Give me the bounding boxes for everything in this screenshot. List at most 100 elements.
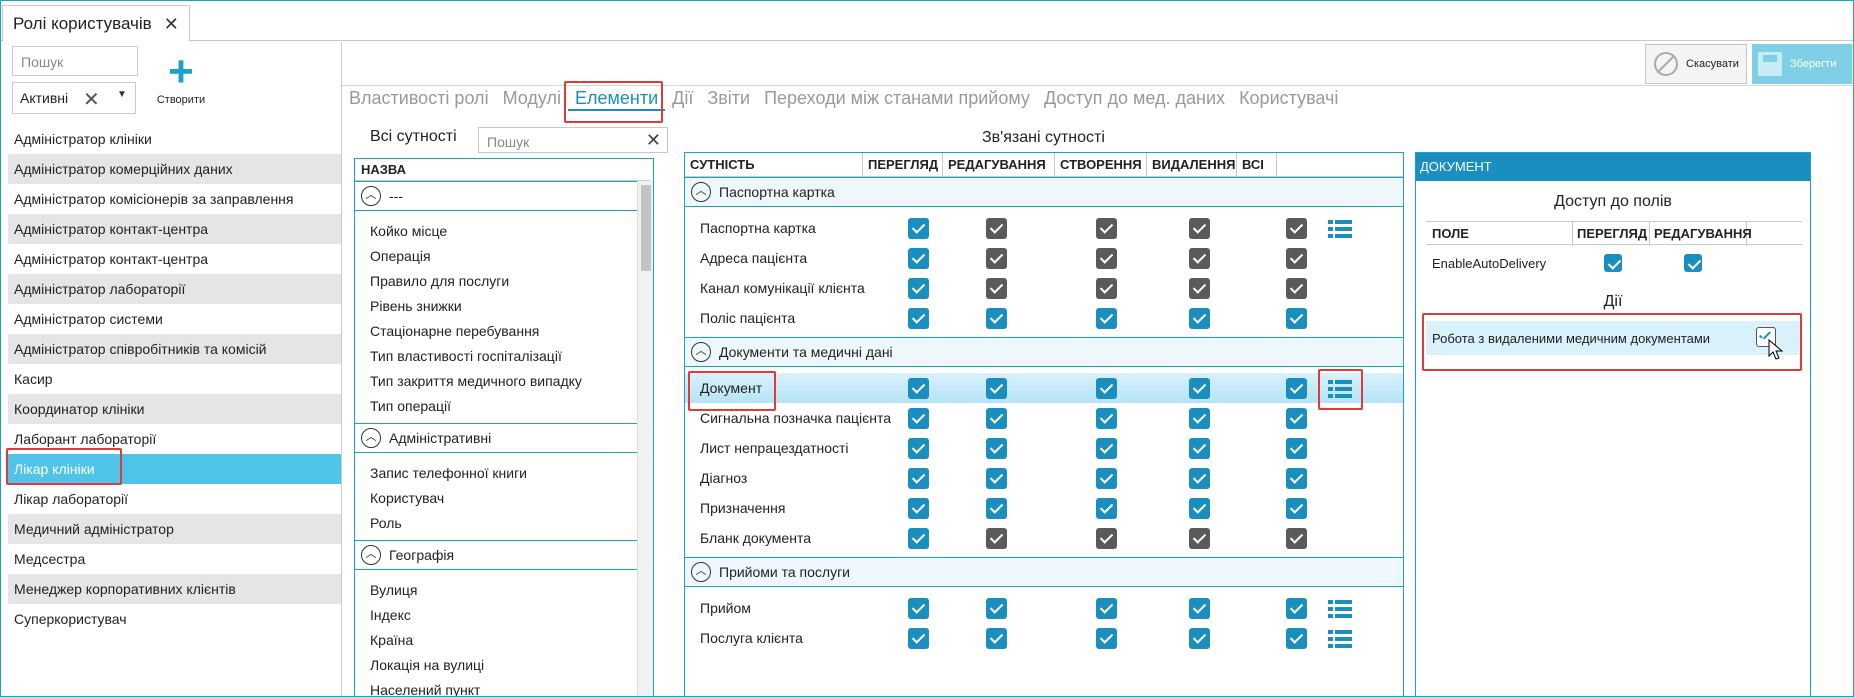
entities-scrollbar[interactable] xyxy=(637,181,653,696)
entity-item[interactable]: Операція xyxy=(355,244,653,269)
related-row[interactable]: Канал комунікації клієнта xyxy=(685,273,1403,303)
chevron-up-icon[interactable]: ︿ xyxy=(361,545,381,565)
clear-icon[interactable]: ✕ xyxy=(83,87,100,112)
permission-checkbox[interactable] xyxy=(986,408,1007,429)
permission-checkbox[interactable] xyxy=(1286,378,1307,399)
related-row[interactable]: Паспортна картка xyxy=(685,213,1403,243)
permission-checkbox[interactable] xyxy=(908,378,929,399)
entity-item[interactable]: Роль xyxy=(355,511,653,536)
permission-checkbox[interactable] xyxy=(1286,308,1307,329)
subtab-6[interactable]: Доступ до мед. даних xyxy=(1037,88,1232,111)
role-item[interactable]: Адміністратор контакт-центра xyxy=(8,214,342,244)
chevron-up-icon[interactable]: ︿ xyxy=(361,428,381,448)
permission-checkbox[interactable] xyxy=(1189,528,1210,549)
entity-item[interactable]: Індекс xyxy=(355,603,653,628)
permission-checkbox[interactable] xyxy=(1096,528,1117,549)
permission-checkbox[interactable] xyxy=(1286,218,1307,239)
permission-checkbox[interactable] xyxy=(986,218,1007,239)
role-item[interactable]: Касир xyxy=(8,364,342,394)
permission-checkbox[interactable] xyxy=(908,438,929,459)
related-group[interactable]: ︿ Паспортна картка xyxy=(685,177,1403,207)
role-item[interactable]: Адміністратор лабораторії xyxy=(8,274,342,304)
list-icon[interactable] xyxy=(1328,600,1352,618)
role-item[interactable]: Адміністратор комерційних даних xyxy=(8,154,342,184)
permission-checkbox[interactable] xyxy=(1189,468,1210,489)
role-item[interactable]: Адміністратор контакт-центра xyxy=(8,244,342,274)
permission-checkbox[interactable] xyxy=(908,278,929,299)
save-button[interactable]: Зберегти xyxy=(1752,44,1852,84)
chevron-down-icon[interactable]: ▼ xyxy=(117,89,127,100)
permission-checkbox[interactable] xyxy=(986,278,1007,299)
permission-checkbox[interactable] xyxy=(986,438,1007,459)
status-filter-select[interactable]: Активні ✕ ▼ xyxy=(12,82,136,114)
permission-checkbox[interactable] xyxy=(908,218,929,239)
permission-checkbox[interactable] xyxy=(1189,378,1210,399)
close-icon[interactable]: ✕ xyxy=(164,15,179,33)
scrollbar-thumb[interactable] xyxy=(641,185,651,271)
entity-item[interactable]: Правило для послуги xyxy=(355,269,653,294)
chevron-up-icon[interactable]: ︿ xyxy=(691,342,711,362)
related-row[interactable]: Поліс пацієнта xyxy=(685,303,1403,333)
permission-checkbox[interactable] xyxy=(1189,628,1210,649)
permission-checkbox[interactable] xyxy=(1096,248,1117,269)
entity-item[interactable]: Койко місце xyxy=(355,219,653,244)
entity-group[interactable]: ︿ Адміністративні xyxy=(355,423,653,453)
related-row[interactable]: Прийом xyxy=(685,593,1403,623)
permission-checkbox[interactable] xyxy=(1096,498,1117,519)
role-search-input[interactable]: Пошук xyxy=(12,46,138,76)
chevron-up-icon[interactable]: ︿ xyxy=(691,182,711,202)
entity-item[interactable]: Тип закриття медичного випадку xyxy=(355,369,653,394)
cancel-button[interactable]: Скасувати xyxy=(1645,44,1747,84)
related-row[interactable]: Документ xyxy=(685,373,1403,403)
role-item[interactable]: Адміністратор співробітників та комісій xyxy=(8,334,342,364)
permission-checkbox[interactable] xyxy=(1286,498,1307,519)
entity-item[interactable]: Рівень знижки xyxy=(355,294,653,319)
permission-checkbox[interactable] xyxy=(1286,248,1307,269)
subtab-0[interactable]: Властивості ролі xyxy=(342,88,496,111)
permission-checkbox[interactable] xyxy=(908,408,929,429)
subtab-3[interactable]: Дії xyxy=(665,88,700,111)
entity-item[interactable]: Тип властивості госпіталізації xyxy=(355,344,653,369)
related-group[interactable]: ︿ Прийоми та послуги xyxy=(685,557,1403,587)
permission-checkbox[interactable] xyxy=(986,498,1007,519)
permission-checkbox[interactable] xyxy=(1286,408,1307,429)
permission-checkbox[interactable] xyxy=(1286,628,1307,649)
permission-checkbox[interactable] xyxy=(1189,438,1210,459)
subtab-7[interactable]: Користувачі xyxy=(1232,88,1345,111)
subtab-5[interactable]: Переходи між станами прийому xyxy=(757,88,1037,111)
permission-checkbox[interactable] xyxy=(986,378,1007,399)
tab-user-roles[interactable]: Ролі користувачів ✕ xyxy=(2,5,190,42)
permission-checkbox[interactable] xyxy=(908,528,929,549)
list-icon[interactable] xyxy=(1328,630,1352,648)
role-item[interactable]: Медсестра xyxy=(8,544,342,574)
related-row[interactable]: Діагноз xyxy=(685,463,1403,493)
related-row[interactable]: Лист непрацездатності xyxy=(685,433,1403,463)
permission-checkbox[interactable] xyxy=(986,308,1007,329)
subtab-4[interactable]: Звіти xyxy=(700,88,757,111)
subtab-1[interactable]: Модулі xyxy=(496,88,568,111)
role-item[interactable]: Менеджер корпоративних клієнтів xyxy=(8,574,342,604)
permission-checkbox[interactable] xyxy=(1096,378,1117,399)
permission-checkbox[interactable] xyxy=(908,248,929,269)
permission-checkbox[interactable] xyxy=(986,468,1007,489)
list-icon[interactable] xyxy=(1328,220,1352,238)
permission-checkbox[interactable] xyxy=(986,248,1007,269)
permission-checkbox[interactable] xyxy=(1096,438,1117,459)
related-row[interactable]: Адреса пацієнта xyxy=(685,243,1403,273)
entity-item[interactable]: Тип операції xyxy=(355,394,653,419)
entity-item[interactable]: Вулиця xyxy=(355,578,653,603)
role-item[interactable]: Адміністратор клініки xyxy=(8,124,342,154)
permission-checkbox[interactable] xyxy=(1189,218,1210,239)
role-item[interactable]: Адміністратор системи xyxy=(8,304,342,334)
related-row[interactable]: Сигнальна позначка пацієнта xyxy=(685,403,1403,433)
permission-checkbox[interactable] xyxy=(1286,598,1307,619)
permission-checkbox[interactable] xyxy=(1189,408,1210,429)
permission-checkbox[interactable] xyxy=(986,628,1007,649)
permission-checkbox[interactable] xyxy=(986,598,1007,619)
permission-checkbox[interactable] xyxy=(1189,308,1210,329)
entity-item[interactable]: Користувач xyxy=(355,486,653,511)
field-view-checkbox[interactable] xyxy=(1604,254,1622,272)
create-button[interactable]: + Створити xyxy=(151,50,211,107)
entity-item[interactable]: Запис телефонної книги xyxy=(355,461,653,486)
permission-checkbox[interactable] xyxy=(1096,308,1117,329)
